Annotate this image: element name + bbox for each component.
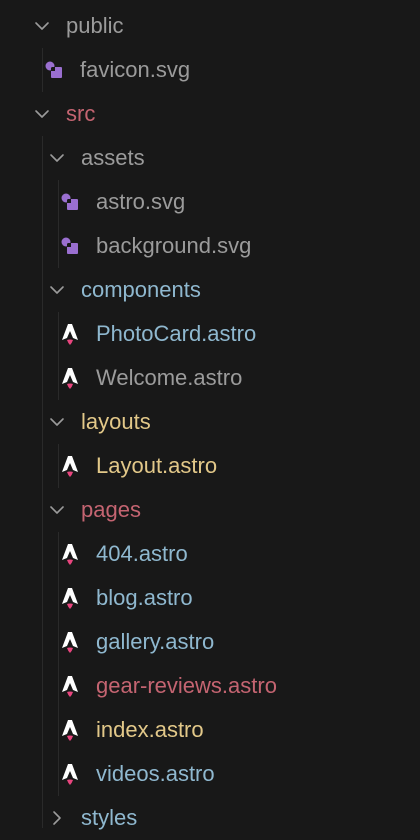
file-label: index.astro (96, 717, 204, 742)
folder-public[interactable]: public (0, 4, 420, 48)
folder-label: components (81, 277, 201, 302)
folder-label: public (66, 13, 124, 38)
astro-file-icon (58, 674, 82, 698)
chevron-down-icon (34, 106, 50, 122)
astro-file-icon (58, 454, 82, 478)
astro-file-icon (58, 542, 82, 566)
file-label: 404.astro (96, 541, 188, 566)
astro-file-icon (58, 366, 82, 390)
file-layout-astro[interactable]: Layout.astro (0, 444, 420, 488)
folder-layouts[interactable]: layouts (0, 400, 420, 444)
chevron-down-icon (49, 150, 65, 166)
file-photocard-astro[interactable]: PhotoCard.astro (0, 312, 420, 356)
folder-label: pages (81, 497, 141, 522)
file-label: favicon.svg (80, 57, 191, 82)
file-label: astro.svg (96, 189, 186, 214)
file-gear-reviews-astro[interactable]: gear-reviews.astro (0, 664, 420, 708)
file-welcome-astro[interactable]: Welcome.astro (0, 356, 420, 400)
file-label: PhotoCard.astro (96, 321, 257, 346)
file-explorer-tree: public favicon.svg src assets astro.svg … (0, 0, 420, 832)
folder-label: layouts (81, 409, 151, 434)
file-favicon-svg[interactable]: favicon.svg (0, 48, 420, 92)
chevron-right-icon (49, 810, 65, 826)
file-gallery-astro[interactable]: gallery.astro (0, 620, 420, 664)
file-index-astro[interactable]: index.astro (0, 708, 420, 752)
astro-file-icon (58, 630, 82, 654)
folder-pages[interactable]: pages (0, 488, 420, 532)
file-videos-astro[interactable]: videos.astro (0, 752, 420, 796)
file-404-astro[interactable]: 404.astro (0, 532, 420, 576)
file-label: Layout.astro (96, 453, 218, 478)
astro-file-icon (58, 762, 82, 786)
chevron-down-icon (49, 414, 65, 430)
folder-src[interactable]: src (0, 92, 420, 136)
svg-file-icon (58, 190, 82, 214)
file-label: background.svg (96, 233, 252, 258)
folder-assets[interactable]: assets (0, 136, 420, 180)
file-astro-svg[interactable]: astro.svg (0, 180, 420, 224)
file-label: Welcome.astro (96, 365, 243, 390)
folder-label: styles (81, 805, 138, 830)
file-label: blog.astro (96, 585, 193, 610)
folder-components[interactable]: components (0, 268, 420, 312)
chevron-down-icon (49, 502, 65, 518)
svg-file-icon (42, 58, 66, 82)
astro-file-icon (58, 718, 82, 742)
file-label: gallery.astro (96, 629, 215, 654)
file-blog-astro[interactable]: blog.astro (0, 576, 420, 620)
chevron-down-icon (49, 282, 65, 298)
astro-file-icon (58, 322, 82, 346)
folder-label: src (66, 101, 96, 126)
astro-file-icon (58, 586, 82, 610)
file-label: videos.astro (96, 761, 215, 786)
svg-file-icon (58, 234, 82, 258)
file-background-svg[interactable]: background.svg (0, 224, 420, 268)
folder-styles[interactable]: styles (0, 796, 420, 840)
file-label: gear-reviews.astro (96, 673, 277, 698)
chevron-down-icon (34, 18, 50, 34)
folder-label: assets (81, 145, 145, 170)
